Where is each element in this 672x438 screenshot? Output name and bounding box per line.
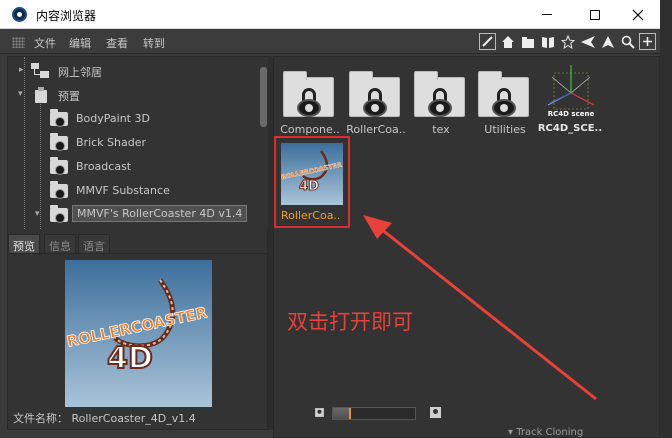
search-icon[interactable] [619,33,636,50]
preview-logo-sub: 4D [107,341,153,376]
zoom-handle[interactable] [349,408,351,419]
tab-preview[interactable]: 预览 [8,234,40,254]
home-icon[interactable] [499,33,516,50]
tab-language[interactable]: 语言 [78,234,110,254]
close-icon [632,9,644,20]
tree-item-label: Brick Shader [76,136,147,149]
minimize-icon [542,14,552,15]
scrollbar-thumb[interactable] [260,67,267,127]
tree-item-presets[interactable]: ▾ 预置 [8,83,257,107]
annotation-arrow [363,215,597,401]
add-icon[interactable] [639,33,656,50]
tree-item-brick-shader[interactable]: Brick Shader [8,131,257,155]
maximize-button[interactable] [572,0,618,29]
locked-folder-icon [50,181,68,199]
tree-item-label: BodyPaint 3D [76,112,150,125]
zoom-slider[interactable] [312,405,446,421]
menu-bar: 文件 编辑 查看 转到 [0,30,660,54]
file-name-value: RollerCoaster_4D_v1.4 [71,412,196,425]
file-name-row: 文件名称： RollerCoaster_4D_v1.4 [13,410,196,426]
file-name-label: 文件名称： [13,412,68,425]
info-tabs: 预览 信息 语言 [8,234,267,254]
collapse-toggle-icon[interactable]: ▾ [35,209,40,219]
left-panel: ▸ 网上邻居 ▾ 预置 BodyPaint 3D Brick Shader Br… [7,56,268,430]
network-icon [31,63,49,79]
panel-grip-icon[interactable] [12,37,25,48]
tree-item-label: 网上邻居 [58,66,102,79]
edit-icon[interactable] [479,33,496,50]
annotation-text: 双击打开即可 [287,310,413,334]
minimize-button[interactable] [524,0,570,29]
menu-file[interactable]: 文件 [34,35,56,51]
locked-folder-icon [50,133,68,151]
folder-up-icon[interactable] [519,33,536,50]
locked-folder-icon [50,109,68,127]
locked-folder-icon [50,205,68,223]
window-title: 内容浏览器 [36,9,97,23]
zoom-track[interactable] [332,407,416,420]
tree-item-label: MMVF's RollerCoaster 4D v1.4 [72,205,248,222]
folder-tree: ▸ 网上邻居 ▾ 预置 BodyPaint 3D Brick Shader Br… [8,57,257,229]
preset-icon [33,87,51,103]
zoom-out-icon[interactable] [315,408,324,417]
zoom-in-icon[interactable] [430,407,441,418]
forward-icon[interactable] [599,33,616,50]
tree-item-label: Broadcast [76,160,132,173]
toolbar [479,33,656,50]
tree-item-network[interactable]: ▸ 网上邻居 [8,59,257,83]
expand-toggle-icon[interactable]: ▸ [19,65,24,75]
back-icon[interactable] [579,33,596,50]
tree-item-mmvf-substance[interactable]: MMVF Substance [8,179,257,203]
star-icon[interactable] [559,33,576,50]
collapse-toggle-icon[interactable]: ▾ [18,89,23,99]
close-button[interactable] [615,0,661,29]
title-bar: 内容浏览器 [0,0,660,29]
background-panel-label: ▾ Track Cloning [508,427,584,438]
locked-folder-icon [50,157,68,175]
tab-info[interactable]: 信息 [44,234,76,254]
maximize-icon [590,9,600,20]
tree-item-rollercoaster[interactable]: ▾ MMVF's RollerCoaster 4D v1.4 [8,203,257,227]
content-browser-grid: Compone.. RollerCoa.. tex Utilities RC4D… [273,56,660,438]
zoom-fill [333,408,349,419]
cinema4d-app-icon [12,7,27,22]
tree-item-label: 预置 [58,90,80,103]
tree-item-broadcast[interactable]: Broadcast [8,155,257,179]
tree-scrollbar[interactable] [259,57,268,229]
tree-item-bodypaint[interactable]: BodyPaint 3D [8,107,257,131]
menu-edit[interactable]: 编辑 [69,35,91,51]
menu-view[interactable]: 查看 [106,35,128,51]
tree-item-label: MMVF Substance [76,184,170,197]
preview-image: ROLLERCOASTER 4D [65,260,212,407]
menu-goto[interactable]: 转到 [143,35,165,51]
background-window-edge [660,0,672,438]
book-icon[interactable] [539,33,556,50]
